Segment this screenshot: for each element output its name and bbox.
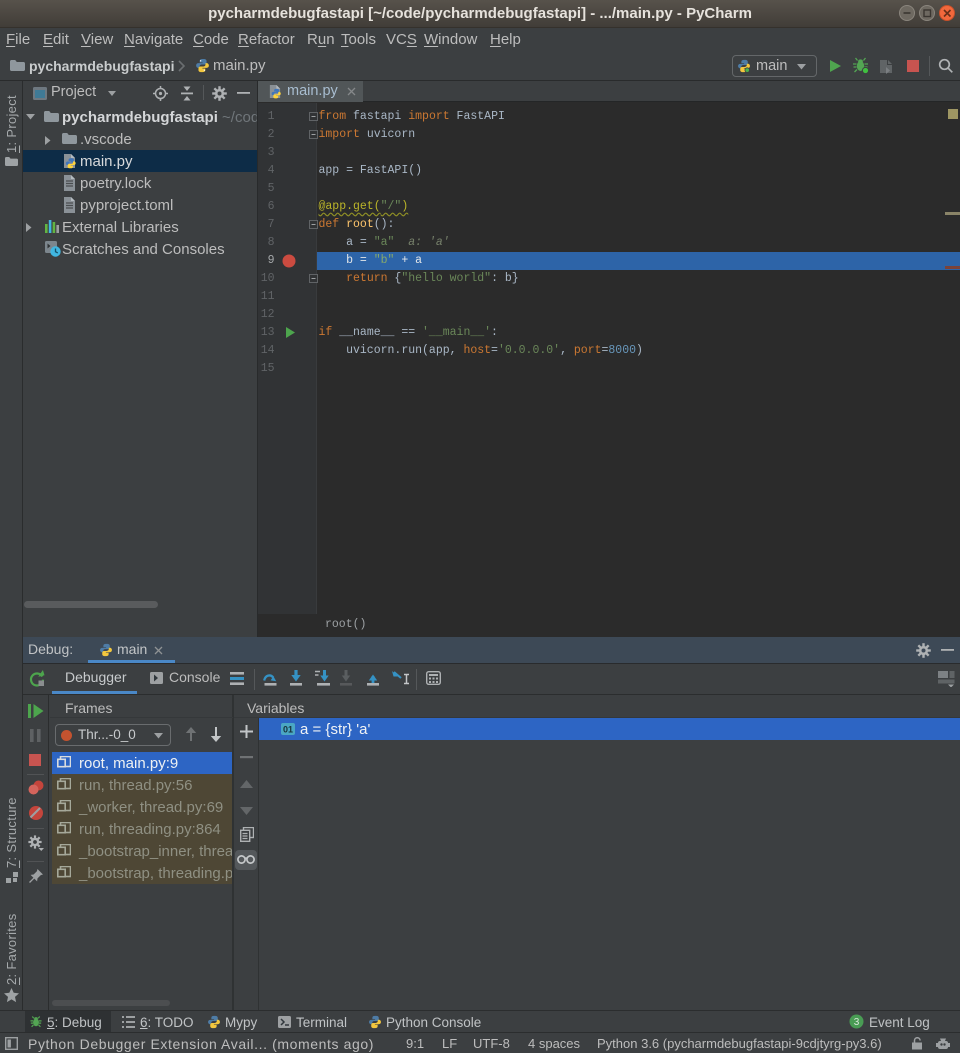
svg-text:3: 3 bbox=[854, 1017, 860, 1028]
svg-text:01: 01 bbox=[283, 725, 293, 735]
